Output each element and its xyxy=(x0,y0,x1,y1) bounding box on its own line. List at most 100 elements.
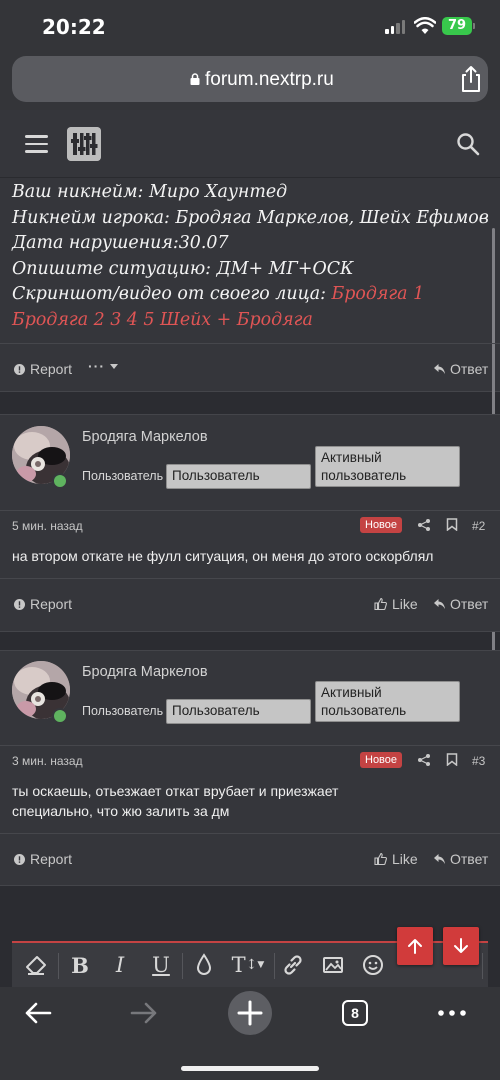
share-icon[interactable] xyxy=(418,754,430,766)
link-icon[interactable] xyxy=(282,951,304,979)
post-timestamp[interactable]: 5 мин. назад xyxy=(12,519,83,533)
search-icon[interactable] xyxy=(456,132,480,156)
divider xyxy=(0,833,500,834)
post-body: Ваш никнейм: Миро Хаунтед Никнейм игрока… xyxy=(12,180,492,333)
report-button[interactable]: Report xyxy=(14,851,72,867)
post-line: Дата нарушения:30.07 xyxy=(12,233,229,253)
toolbar-separator xyxy=(274,953,275,979)
reply-icon xyxy=(434,599,445,609)
url-text: forum.nextrp.ru xyxy=(205,69,334,90)
bookmark-icon[interactable] xyxy=(446,753,458,766)
reply-label: Ответ xyxy=(450,596,489,612)
reply-button[interactable]: Ответ xyxy=(434,851,488,867)
image-icon[interactable] xyxy=(322,951,344,979)
like-button[interactable]: Like xyxy=(374,596,418,612)
back-arrow-icon[interactable] xyxy=(24,1001,52,1025)
toolbar-separator xyxy=(482,953,483,979)
username-link[interactable]: Бродяга Маркелов xyxy=(82,429,208,445)
battery-indicator: 79 xyxy=(442,17,475,35)
reply-button[interactable]: Ответ xyxy=(434,361,488,377)
reply-button[interactable]: Ответ xyxy=(434,596,488,612)
post-line: Скриншот/видео от своего лица: Бродяга 1… xyxy=(12,282,492,333)
bold-button[interactable]: B xyxy=(68,951,92,979)
underline-button[interactable]: U xyxy=(149,951,173,979)
new-badge: Новое xyxy=(360,517,403,533)
reply-icon xyxy=(434,854,445,864)
thumbs-up-icon xyxy=(374,598,387,610)
thumbs-up-icon xyxy=(374,853,387,865)
forum-navbar xyxy=(0,110,500,178)
report-label: Report xyxy=(30,851,73,867)
text-size-label: T xyxy=(231,953,246,977)
more-menu-icon[interactable] xyxy=(438,1010,466,1016)
divider xyxy=(0,745,500,746)
divider xyxy=(0,343,500,344)
alert-icon xyxy=(14,853,25,865)
reply-icon xyxy=(434,364,445,374)
cellular-signal-icon xyxy=(385,20,407,34)
alert-icon xyxy=(14,598,25,610)
more-options-button[interactable]: ··· xyxy=(88,358,118,374)
badge-line: Активный xyxy=(321,685,382,700)
scroll-to-top-button[interactable] xyxy=(397,927,433,965)
share-icon[interactable] xyxy=(418,519,430,531)
active-user-badge: Активный пользователь xyxy=(315,446,460,487)
post-number[interactable]: #3 xyxy=(472,754,485,768)
post-body: на втором откате не фулл ситуация, он ме… xyxy=(12,548,434,564)
caret-down-icon xyxy=(110,363,118,369)
user-role-label: Пользователь xyxy=(82,469,164,483)
post-line: Ваш никнейм: Миро Хаунтед xyxy=(12,182,288,202)
eraser-icon[interactable] xyxy=(24,951,48,979)
user-role-label: Пользователь xyxy=(82,704,164,718)
browser-toolbar: forum.nextrp.ru xyxy=(0,52,500,110)
new-tab-button[interactable] xyxy=(228,991,272,1035)
badge-line: Активный xyxy=(321,450,382,465)
caret-down-icon: ▼ xyxy=(257,960,265,970)
post-line: Никнейм игрока: Бродяга Маркелов, Шейх Е… xyxy=(12,207,489,228)
arrow-up-icon xyxy=(408,939,422,954)
active-user-badge: Активный пользователь xyxy=(315,681,460,722)
toolbar-separator xyxy=(182,953,183,979)
reply-label: Ответ xyxy=(450,361,489,377)
toolbar-separator xyxy=(58,953,59,979)
status-bar: 20:22 79 xyxy=(0,0,500,52)
online-status-dot xyxy=(52,473,68,489)
emoji-icon[interactable] xyxy=(362,951,384,979)
username-link[interactable]: Бродяга Маркелов xyxy=(82,664,208,680)
user-role-badge: Пользователь xyxy=(166,699,311,724)
tabs-button[interactable]: 8 xyxy=(342,1000,368,1026)
divider xyxy=(0,578,500,579)
forum-logo[interactable] xyxy=(67,127,101,161)
post-line: Опишите ситуацию: ДМ+ МГ+ОСК xyxy=(12,258,354,279)
divider xyxy=(0,510,500,511)
alert-icon xyxy=(14,363,25,375)
user-role-badge: Пользователь xyxy=(166,464,311,489)
plus-icon xyxy=(237,1000,263,1026)
text-color-icon[interactable] xyxy=(194,951,214,979)
post-timestamp[interactable]: 3 мин. назад xyxy=(12,754,83,768)
reply-label: Ответ xyxy=(450,851,489,867)
report-button[interactable]: Report xyxy=(14,361,72,377)
hamburger-menu-icon[interactable] xyxy=(25,135,48,153)
wifi-icon xyxy=(414,17,436,34)
address-bar[interactable]: forum.nextrp.ru xyxy=(12,56,488,102)
post-number[interactable]: #2 xyxy=(472,519,485,533)
report-label: Report xyxy=(30,361,73,377)
report-button[interactable]: Report xyxy=(14,596,72,612)
like-label: Like xyxy=(392,851,418,867)
badge-line: пользователь xyxy=(321,468,407,483)
share-icon[interactable] xyxy=(458,65,484,93)
new-badge: Новое xyxy=(360,752,403,768)
scroll-to-bottom-button[interactable] xyxy=(443,927,479,965)
forward-arrow-icon[interactable] xyxy=(130,1001,158,1025)
updown-arrows-icon: ↕ xyxy=(245,957,258,973)
text-size-button[interactable]: T ↕ ▼ xyxy=(230,951,266,979)
more-label: ··· xyxy=(88,358,105,374)
online-status-dot xyxy=(52,708,68,724)
screenshot-label: Скриншот/видео от своего лица: xyxy=(12,284,332,304)
like-button[interactable]: Like xyxy=(374,851,418,867)
like-label: Like xyxy=(392,596,418,612)
italic-button[interactable]: I xyxy=(108,951,132,979)
tabs-count: 8 xyxy=(351,1005,359,1021)
bookmark-icon[interactable] xyxy=(446,518,458,531)
